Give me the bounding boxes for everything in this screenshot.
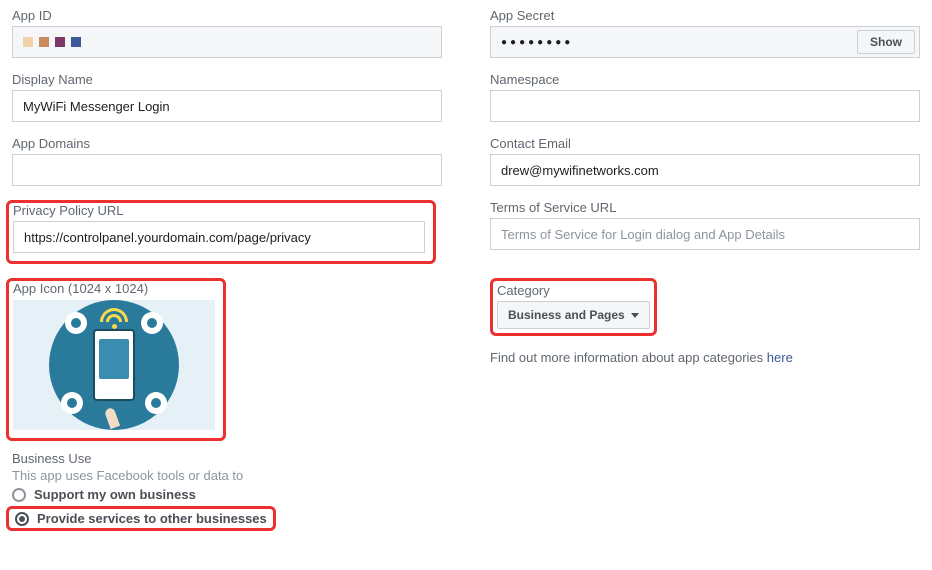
app-icon-image[interactable] [13,300,215,430]
category-info-link[interactable]: here [767,350,793,365]
privacy-policy-highlight: Privacy Policy URL [6,200,436,264]
color-block-icon [23,37,33,47]
namespace-label: Namespace [490,72,920,87]
category-highlight: Category Business and Pages [490,278,657,336]
category-selected-value: Business and Pages [508,308,625,322]
hand-pointer-icon [105,404,135,430]
app-secret-field: ●●●●●●●● Show [490,26,920,58]
wifi-icon [100,308,128,329]
category-info-text: Find out more information about app cate… [490,350,920,365]
business-use-description: This app uses Facebook tools or data to [12,468,920,483]
app-icon-label: App Icon (1024 x 1024) [13,281,215,296]
app-id-field [12,26,442,58]
contact-email-input[interactable] [490,154,920,186]
category-select[interactable]: Business and Pages [497,301,650,329]
show-secret-button[interactable]: Show [857,30,915,54]
terms-input[interactable] [490,218,920,250]
privacy-policy-input[interactable] [13,221,425,253]
phone-icon [93,329,135,401]
app-icon-highlight: App Icon (1024 x 1024) [6,278,226,441]
display-name-input[interactable] [12,90,442,122]
radio-label: Provide services to other businesses [37,511,267,526]
terms-label: Terms of Service URL [490,200,920,215]
app-domains-label: App Domains [12,136,442,151]
display-name-label: Display Name [12,72,442,87]
radio-label: Support my own business [34,487,196,502]
business-use-label: Business Use [12,451,920,466]
business-use-option-services[interactable]: Provide services to other businesses [15,511,267,526]
app-domains-input[interactable] [12,154,442,186]
color-block-icon [55,37,65,47]
category-label: Category [497,283,650,298]
business-use-option-services-highlight: Provide services to other businesses [6,506,276,531]
business-use-option-own[interactable]: Support my own business [12,487,920,502]
color-block-icon [71,37,81,47]
app-secret-masked-value: ●●●●●●●● [491,37,857,48]
avatar-bubble-icon [61,392,83,414]
app-id-label: App ID [12,8,442,23]
app-secret-label: App Secret [490,8,920,23]
avatar-bubble-icon [145,392,167,414]
privacy-policy-label: Privacy Policy URL [13,203,425,218]
chevron-down-icon [631,313,639,318]
namespace-input[interactable] [490,90,920,122]
color-block-icon [39,37,49,47]
radio-icon [12,488,26,502]
radio-checked-icon [15,512,29,526]
avatar-bubble-icon [65,312,87,334]
avatar-bubble-icon [141,312,163,334]
contact-email-label: Contact Email [490,136,920,151]
